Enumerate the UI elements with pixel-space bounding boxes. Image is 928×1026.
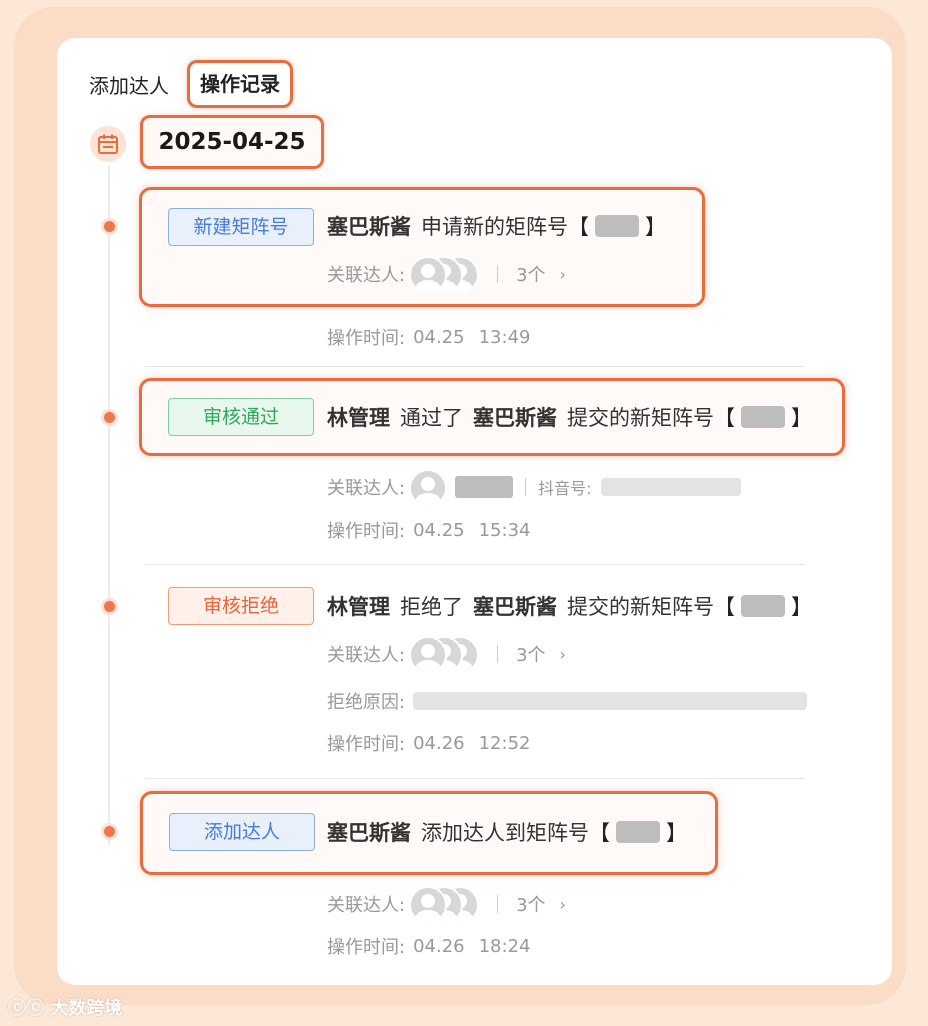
timeline-line: [108, 166, 110, 846]
action-text: 申请新的矩阵号: [421, 215, 568, 239]
redacted-account: [741, 595, 785, 617]
related-talents-row[interactable]: 关联达人: 3个 ›: [327, 636, 566, 674]
related-talents-row[interactable]: 关联达人: 3个 ›: [327, 886, 566, 924]
timeline-dot: [104, 412, 115, 423]
tab-operation-log[interactable]: 操作记录: [187, 60, 293, 108]
redacted-account: [595, 215, 639, 237]
talent-count: 3个: [516, 645, 546, 666]
related-talent-row: 关联达人: 抖音号:: [327, 469, 742, 507]
actor-name[interactable]: 塞巴斯酱: [327, 211, 411, 241]
outer-frame: 添加达人 操作记录 2025-04-25 新建矩阵号 塞巴斯酱 申请新的矩阵号: [14, 7, 906, 1005]
bracket-close: 】: [791, 595, 812, 619]
divider: [145, 564, 805, 565]
avatar-group: [409, 886, 480, 924]
calendar-icon: [90, 126, 126, 162]
timeline-dot: [104, 601, 115, 612]
op-time: 15:34: [478, 519, 531, 541]
actor-name[interactable]: 林管理: [327, 402, 390, 432]
op-date: 04.26: [413, 935, 465, 957]
redacted-reject-reason: [413, 692, 808, 710]
related-label: 关联达人:: [327, 895, 406, 916]
avatar-group: [409, 469, 448, 507]
op-date: 04.25: [413, 519, 465, 541]
douyin-label: 抖音号:: [538, 479, 592, 498]
bracket-open: 【: [589, 821, 610, 845]
separator: [497, 645, 499, 663]
talent-count: 3个: [516, 265, 546, 286]
op-time: 13:49: [478, 326, 531, 348]
op-time: 18:24: [478, 935, 531, 957]
bracket-open: 【: [568, 215, 589, 239]
separator: [525, 478, 527, 496]
action-text: 通过了: [400, 406, 463, 430]
operation-time-row: 操作时间: 04.25 15:34: [327, 517, 530, 543]
suffix-text: 提交的新矩阵号: [567, 595, 714, 619]
entry-description: 林管理 拒绝了 塞巴斯酱 提交的新矩阵号 【 】: [327, 591, 812, 621]
talent-count: 3个: [516, 895, 546, 916]
op-date: 04.25: [413, 326, 465, 348]
status-badge-rejected: 审核拒绝: [168, 587, 314, 625]
timeline-dot: [104, 221, 115, 232]
avatar-icon: [409, 886, 448, 924]
op-time-label: 操作时间:: [327, 328, 406, 349]
avatar-icon: [409, 256, 448, 294]
related-talents-row[interactable]: 关联达人: 3个 ›: [327, 256, 566, 294]
action-text: 添加达人到矩阵号: [421, 821, 589, 845]
entry-description: 塞巴斯酱 申请新的矩阵号 【 】: [327, 211, 666, 241]
chevron-right-icon[interactable]: ›: [560, 895, 566, 914]
related-label: 关联达人:: [327, 265, 406, 286]
chevron-right-icon[interactable]: ›: [560, 265, 566, 284]
op-time-label: 操作时间:: [327, 937, 406, 958]
actor-name[interactable]: 林管理: [327, 591, 390, 621]
watermark: ⓒⓒ 大数跨境: [8, 994, 122, 1020]
redacted-douyin-id: [601, 478, 742, 496]
operation-time-row: 操作时间: 04.25 13:49: [327, 324, 530, 350]
suffix-text: 提交的新矩阵号: [567, 406, 714, 430]
status-badge-new-matrix: 新建矩阵号: [168, 208, 314, 246]
op-date: 04.26: [413, 732, 465, 754]
redacted-account: [616, 821, 660, 843]
bracket-open: 【: [714, 406, 735, 430]
status-badge-approved: 审核通过: [168, 398, 314, 436]
divider: [145, 778, 805, 779]
reject-reason-label: 拒绝原因:: [327, 692, 406, 713]
op-time: 12:52: [478, 732, 531, 754]
redacted-talent-name: [455, 476, 514, 498]
target-name[interactable]: 塞巴斯酱: [473, 591, 557, 621]
timeline-dot: [104, 826, 115, 837]
reject-reason-row: 拒绝原因:: [327, 688, 808, 714]
date-label: 2025-04-25: [140, 115, 324, 169]
related-label: 关联达人:: [327, 645, 406, 666]
operation-log-card: 添加达人 操作记录 2025-04-25 新建矩阵号 塞巴斯酱 申请新的矩阵号: [57, 38, 892, 985]
operation-time-row: 操作时间: 04.26 18:24: [327, 933, 530, 959]
bracket-close: 】: [666, 821, 687, 845]
bracket-open: 【: [714, 595, 735, 619]
op-time-label: 操作时间:: [327, 521, 406, 542]
bracket-close: 】: [791, 406, 812, 430]
separator: [497, 265, 499, 283]
status-badge-add-talent: 添加达人: [169, 813, 315, 851]
bracket-close: 】: [645, 215, 666, 239]
operation-time-row: 操作时间: 04.26 12:52: [327, 730, 530, 756]
avatar-icon: [409, 636, 448, 674]
entry-description: 林管理 通过了 塞巴斯酱 提交的新矩阵号 【 】: [327, 402, 812, 432]
avatar-icon: [409, 469, 448, 507]
op-time-label: 操作时间:: [327, 734, 406, 755]
related-label: 关联达人:: [327, 478, 406, 499]
action-text: 拒绝了: [400, 595, 463, 619]
divider: [145, 366, 805, 367]
watermark-text: 大数跨境: [50, 998, 123, 1019]
avatar-group: [409, 636, 480, 674]
tab-add-talent[interactable]: 添加达人: [89, 70, 169, 99]
chevron-right-icon[interactable]: ›: [560, 645, 566, 664]
redacted-account: [741, 406, 785, 428]
separator: [497, 895, 499, 913]
watermark-logo-icon: ⓒⓒ: [8, 998, 44, 1019]
target-name[interactable]: 塞巴斯酱: [473, 402, 557, 432]
entry-description: 塞巴斯酱 添加达人到矩阵号 【 】: [327, 817, 687, 847]
avatar-group: [409, 256, 480, 294]
actor-name[interactable]: 塞巴斯酱: [327, 817, 411, 847]
